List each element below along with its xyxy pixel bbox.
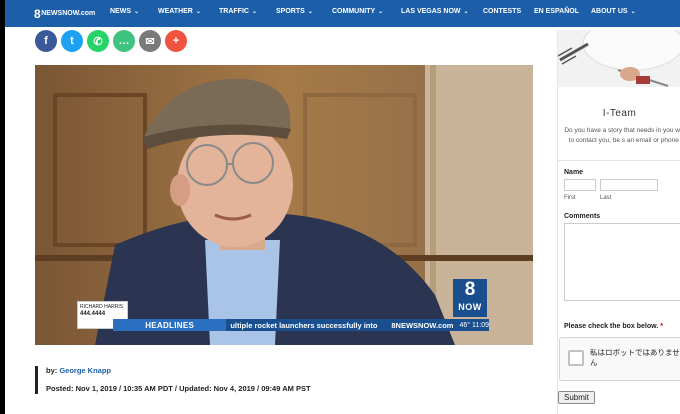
share-buttons: f t ✆ … ✉ + <box>35 30 187 52</box>
posted-date: Posted: Nov 1, 2019 / 10:35 AM PDT / Upd… <box>46 384 311 393</box>
form-title: I-Team <box>602 108 637 119</box>
chevron-down-icon: ⌄ <box>630 9 636 15</box>
author-link[interactable]: George Knapp <box>59 366 111 375</box>
byline-author-row: by: George Knapp <box>46 366 311 375</box>
video-player[interactable]: RICHARD HARRIS 444.4444 8 NOW HEADLINES … <box>35 65 533 345</box>
by-label: by: <box>46 366 58 375</box>
sponsor-name: RICHARD HARRIS <box>80 304 124 310</box>
form-description: Do you have a story that needs in you wa… <box>564 127 680 144</box>
news-ticker: HEADLINES ultiple rocket launchers succe… <box>113 319 489 331</box>
first-label: First <box>564 195 576 201</box>
ticker-headlines-label: HEADLINES <box>113 319 227 331</box>
comments-label: Comments <box>564 213 601 220</box>
nav-item-community[interactable]: COMMUNITY ⌄ <box>332 8 383 15</box>
whatsapp-icon[interactable]: ✆ <box>87 30 109 52</box>
recaptcha-label: 私はロボットではありません <box>590 348 680 367</box>
chevron-down-icon: ⌄ <box>378 9 384 15</box>
nav-item-sports[interactable]: SPORTS ⌄ <box>276 8 313 15</box>
name-label: Name <box>564 169 584 176</box>
nav-item-en-espanol[interactable]: EN ESPAÑOL <box>534 8 579 15</box>
submit-button[interactable]: Submit <box>558 391 595 404</box>
station-word: NOW <box>458 302 482 312</box>
nav-item-label: CONTESTS <box>483 8 522 15</box>
more-icon[interactable]: + <box>165 30 187 52</box>
captcha-prompt: Please check the box below. * <box>564 323 663 330</box>
nav-item-label: WEATHER <box>158 8 193 15</box>
last-name-input[interactable] <box>600 179 658 191</box>
captcha-prompt-text: Please check the box below. <box>564 323 659 330</box>
top-nav-bar: 8 NEWSNOW.com NEWS ⌄ WEATHER ⌄ TRAFFIC ⌄ SP… <box>5 0 680 27</box>
nav-item-about-us[interactable]: ABOUT US ⌄ <box>591 8 636 15</box>
chevron-down-icon: ⌄ <box>463 9 469 15</box>
nav-item-weather[interactable]: WEATHER ⌄ <box>158 8 201 15</box>
ticker-logo: 8NEWSNOW.com <box>391 320 454 330</box>
nav-item-label: EN ESPAÑOL <box>534 8 579 15</box>
chevron-down-icon: ⌄ <box>251 9 257 15</box>
ticker-temperature-time: 46° 11:09 <box>459 321 489 329</box>
chevron-down-icon: ⌄ <box>195 9 201 15</box>
station-logo: 8 NOW <box>453 279 487 317</box>
chevron-down-icon: ⌄ <box>134 9 140 15</box>
nav-item-las-vegas-now[interactable]: LAS VEGAS NOW ⌄ <box>401 8 469 15</box>
twitter-icon[interactable]: t <box>61 30 83 52</box>
sponsor-phone: 444.4444 <box>80 311 106 317</box>
nav-item-label: LAS VEGAS NOW <box>401 8 461 15</box>
nav-item-label: ABOUT US <box>591 8 628 15</box>
page: 8 NEWSNOW.com NEWS ⌄ WEATHER ⌄ TRAFFIC ⌄ SP… <box>5 0 680 414</box>
facebook-icon[interactable]: f <box>35 30 57 52</box>
required-mark: * <box>660 323 663 330</box>
divider <box>558 160 680 161</box>
sidebar-image <box>558 30 680 87</box>
logo-number: 8 <box>34 6 41 21</box>
place-setting-illustration <box>558 30 680 87</box>
sidebar: I-Team Do you have a story that needs in… <box>557 30 680 414</box>
last-label: Last <box>600 195 612 201</box>
nav-item-contests[interactable]: CONTESTS <box>483 8 521 15</box>
nav-item-traffic[interactable]: TRAFFIC ⌄ <box>219 8 257 15</box>
comments-textarea[interactable] <box>564 223 680 301</box>
sms-icon[interactable]: … <box>113 30 135 52</box>
article-byline: by: George Knapp Posted: Nov 1, 2019 / 1… <box>35 366 311 394</box>
nav-item-label: TRAFFIC <box>219 8 249 15</box>
email-icon[interactable]: ✉ <box>139 30 161 52</box>
recaptcha-widget: 私はロボットではありません <box>559 337 680 381</box>
nav-item-label: NEWS <box>110 8 131 15</box>
first-name-input[interactable] <box>564 179 596 191</box>
station-number: 8 <box>464 279 476 300</box>
nav-item-news[interactable]: NEWS ⌄ <box>110 8 139 15</box>
chevron-down-icon: ⌄ <box>307 9 313 15</box>
site-logo[interactable]: 8 NEWSNOW.com <box>34 5 95 22</box>
nav-item-label: COMMUNITY <box>332 8 376 15</box>
logo-text: NEWSNOW.com <box>41 10 96 17</box>
ticker-text: ultiple rocket launchers successfully in… <box>230 320 378 330</box>
recaptcha-checkbox[interactable] <box>568 350 584 366</box>
nav-item-label: SPORTS <box>276 8 305 15</box>
